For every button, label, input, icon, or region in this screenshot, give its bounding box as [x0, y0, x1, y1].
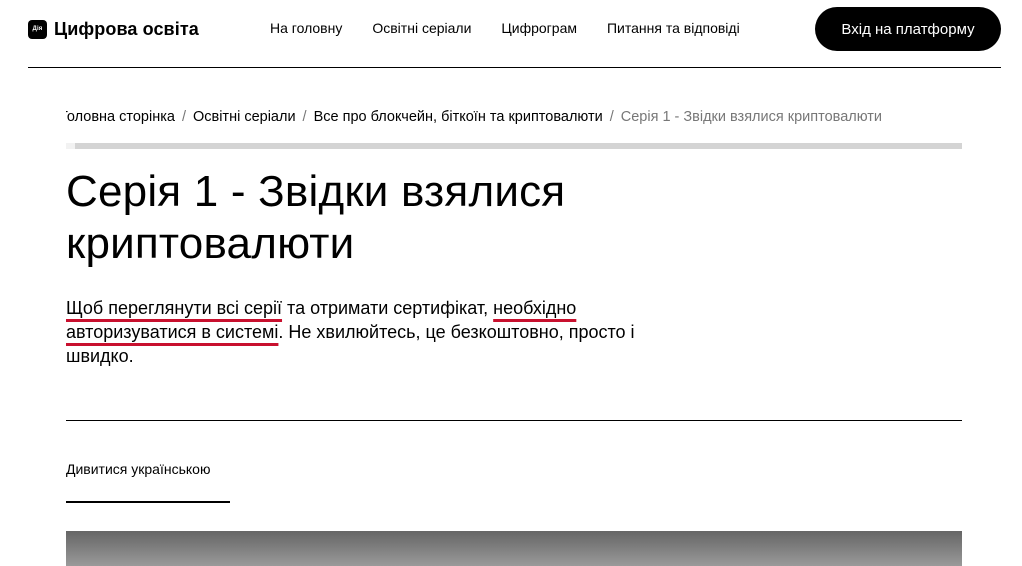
tab-ukrainian[interactable]: Дивитися українською [66, 461, 230, 503]
logo[interactable]: Дія Цифрова освіта [28, 18, 199, 40]
auth-notice: Щоб переглянути всі серії та отримати се… [66, 296, 646, 368]
breadcrumb-separator: / [302, 109, 307, 125]
breadcrumb-home[interactable]: Головна сторінка [66, 109, 175, 125]
breadcrumb-current: Серія 1 - Звідки взялися криптовалюти [620, 109, 883, 125]
site-header: Дія Цифрова освіта На головну Освітні се… [28, 0, 1001, 68]
nav-faq[interactable]: Питання та відповіді [607, 20, 740, 36]
divider [66, 420, 962, 421]
page-title: Серія 1 - Звідки взялися криптовалюти [66, 167, 566, 268]
diia-logo-icon: Дія [28, 19, 47, 39]
main-nav: На головну Освітні серіали Цифрограм Пит… [270, 20, 770, 36]
nav-series[interactable]: Освітні серіали [372, 20, 471, 36]
login-button[interactable]: Вхід на платформу [815, 7, 1001, 51]
breadcrumb-separator: / [609, 109, 614, 125]
auth-notice-underlined-1: Щоб переглянути всі серії [66, 298, 283, 318]
progress-fill [66, 143, 75, 149]
auth-notice-text-1: та отримати сертифікат, [282, 298, 494, 318]
nav-home[interactable]: На головну [270, 20, 342, 36]
breadcrumb-series[interactable]: Освітні серіали [193, 109, 296, 125]
breadcrumb: Головна сторінка / Освітні серіали / Все про… [66, 109, 962, 131]
progress-bar [66, 143, 962, 149]
breadcrumb-separator: / [181, 109, 186, 125]
nav-tsyfrohram[interactable]: Цифрограм [501, 20, 577, 36]
logo-text: Цифрова освіта [54, 18, 199, 39]
video-player[interactable] [66, 531, 962, 566]
breadcrumb-blockchain[interactable]: Все про блокчейн, біткоїн та криптовалют… [314, 109, 603, 125]
